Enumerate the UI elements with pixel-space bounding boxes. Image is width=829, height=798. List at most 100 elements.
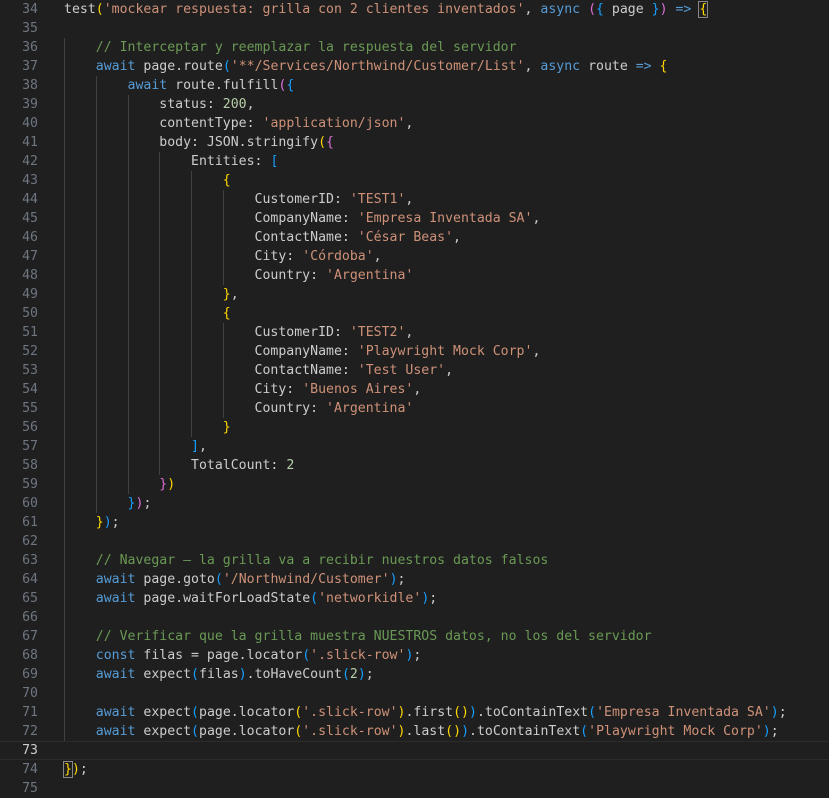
code-line[interactable]: 60 }); [0,494,829,513]
line-number: 56 [22,420,38,435]
line-code: // Interceptar y reemplazar la respuesta… [64,38,517,57]
bracket-token: () [453,705,469,720]
code-line[interactable]: 56 } [0,418,829,437]
line-number: 66 [22,610,38,625]
keyword-token: await [95,724,136,739]
code-line[interactable]: 65 await page.waitForLoadState('networki… [0,589,829,608]
code-line[interactable]: 42 Entities: [ [0,152,829,171]
code-line[interactable]: 36 // Interceptar y reemplazar la respue… [0,38,829,57]
code-line[interactable]: 45 CompanyName: 'Empresa Inventada SA', [0,209,829,228]
line-number: 39 [22,97,38,112]
code-line[interactable]: 59 }) [0,475,829,494]
line-code: }) [64,475,175,494]
code-text: , [373,249,382,264]
code-line[interactable]: 70 [0,684,829,703]
code-text: CompanyName: [64,344,358,359]
code-line[interactable]: 62 [0,532,829,551]
code-text: CompanyName: [64,211,358,226]
code-line[interactable]: 58 TotalCount: 2 [0,456,829,475]
code-text: status: [64,97,223,112]
code-line[interactable]: 43 { [0,171,829,190]
code-text: body: JSON.stringify [64,135,319,150]
code-line[interactable]: 66 [0,608,829,627]
code-line[interactable]: 38 await route.fulfill({ [0,76,829,95]
code-line[interactable]: 39 status: 200, [0,95,829,114]
code-line[interactable]: 41 body: JSON.stringify({ [0,133,829,152]
line-number: 43 [22,173,38,188]
code-line[interactable]: 50 { [0,304,829,323]
code-line[interactable]: 64 await page.goto('/Northwind/Customer'… [0,570,829,589]
code-line[interactable]: 67 // Verificar que la grilla muestra NU… [0,627,829,646]
code-text: , [445,363,454,378]
code-line[interactable]: 75 [0,779,829,798]
code-line[interactable]: 57 ], [0,437,829,456]
bracket-token: ( [214,572,223,587]
code-line[interactable]: 71 await expect(page.locator('.slick-row… [0,703,829,722]
code-line[interactable]: 34 test('mockear respuesta: grilla con 2 … [0,0,829,19]
code-text: , [405,192,414,207]
string-token: 'Playwright Mock Corp' [588,724,763,739]
code-line[interactable]: 40 contentType: 'application/json', [0,114,829,133]
code-line[interactable]: 63 // Navegar — la grilla va a recibir n… [0,551,829,570]
string-token: 'application/json' [262,116,406,131]
bracket-token: ( [580,724,589,739]
string-token: 'Argentina' [326,268,414,283]
code-editor[interactable]: 34 test('mockear respuesta: grilla con 2 … [0,0,829,797]
bracket-token: { [596,2,604,17]
line-number: 44 [22,192,38,207]
bracket-token: ) [167,477,176,492]
code-line[interactable]: 61 }); [0,513,829,532]
code-line[interactable]: 53 ContactName: 'Test User', [0,361,829,380]
code-line[interactable]: 48 Country: 'Argentina' [0,266,829,285]
string-token: '.slick-row' [302,705,398,720]
code-line[interactable]: 46 ContactName: 'César Beas', [0,228,829,247]
bracket-token: ( [318,135,327,150]
line-number: 35 [22,21,38,36]
matched-bracket-token: { [698,1,709,18]
line-code: City: 'Córdoba', [64,247,382,266]
bracket-token: ( [191,667,199,682]
line-number: 65 [22,591,38,606]
code-line[interactable]: 44 CustomerID: 'TEST1', [0,190,829,209]
code-text: ; [770,724,779,739]
code-text: , [405,325,414,340]
code-text: ; [111,515,120,530]
string-token: 'César Beas' [357,230,454,245]
code-line[interactable]: 72 await expect(page.locator('.slick-row… [0,722,829,741]
comment-token: // Navegar — la grilla va a recibir nues… [95,553,549,568]
bracket-token: ( [222,59,231,74]
code-line[interactable]: 69 await expect(filas).toHaveCount(2); [0,665,829,684]
line-number: 41 [22,135,38,150]
bracket-token: { [222,173,231,188]
code-line[interactable]: 51 CustomerID: 'TEST2', [0,323,829,342]
line-number: 52 [22,344,38,359]
code-line[interactable]: 49 }, [0,285,829,304]
matched-bracket-token: } [63,761,73,778]
bracket-token: } [651,2,660,17]
code-line[interactable]: 74}); [0,760,829,779]
line-number: 73 [22,743,38,758]
line-number: 51 [22,325,38,340]
code-line[interactable]: 68 const filas = page.locator('.slick-ro… [0,646,829,665]
line-code: Entities: [ [64,152,278,171]
code-line[interactable]: 73 [0,741,829,760]
string-token: '**/Services/Northwind/Customer/List' [230,59,525,74]
line-number: 34 [22,2,38,17]
code-text: expect [135,667,192,682]
bracket-token: ) [238,667,247,682]
code-line[interactable]: 54 City: 'Buenos Aires', [0,380,829,399]
code-line[interactable]: 52 CompanyName: 'Playwright Mock Corp', [0,342,829,361]
code-line[interactable]: 35 [0,19,829,38]
code-line[interactable]: 47 City: 'Córdoba', [0,247,829,266]
code-line[interactable]: 37 await page.route('**/Services/Northwi… [0,57,829,76]
line-number: 54 [22,382,38,397]
code-text: City: [64,249,303,264]
code-line[interactable]: 55 Country: 'Argentina' [0,399,829,418]
